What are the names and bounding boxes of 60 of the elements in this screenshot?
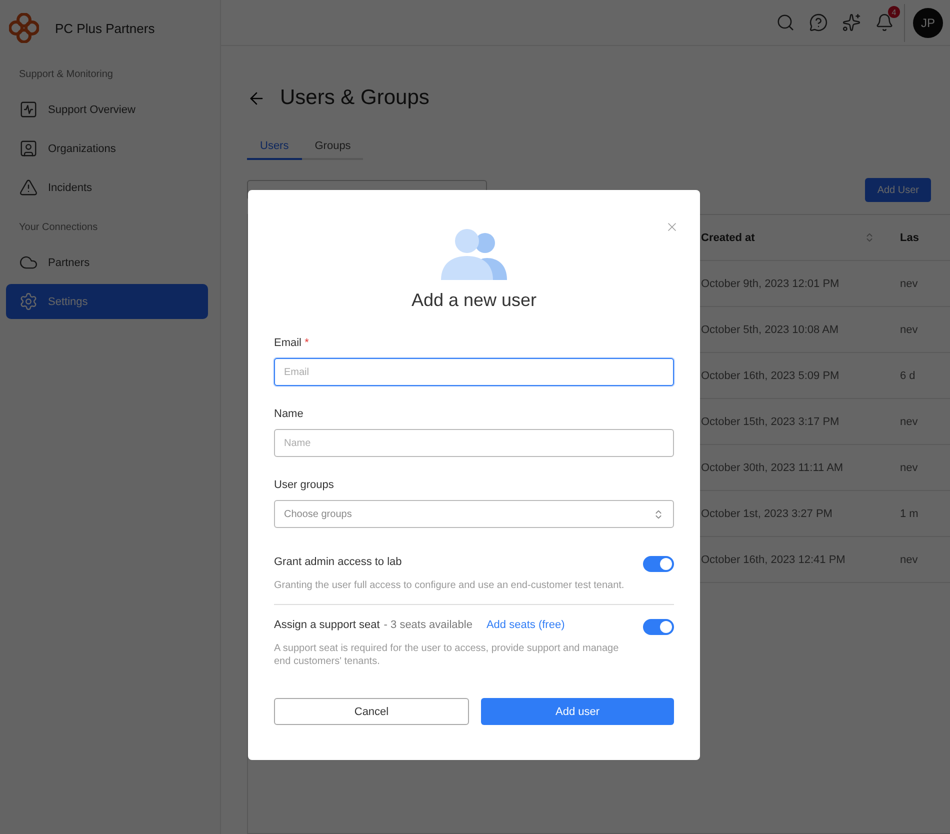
toggle-description: Granting the user full access to configure and use an end-customer test tenant.	[274, 579, 626, 592]
table-cell-text: October 16th, 2023 12:41 PM	[700, 554, 846, 566]
gear-icon	[19, 292, 38, 311]
dialog-title: Add a new user	[411, 290, 537, 311]
field-label: Email *	[274, 337, 310, 349]
field-label: Name	[274, 408, 304, 420]
column-header[interactable]: Las	[890, 232, 950, 244]
table-cell-text: 1 m	[899, 508, 920, 520]
table-cell-text: October 30th, 2023 11:11 AM	[700, 462, 844, 474]
toggle-switch[interactable]	[643, 619, 674, 635]
search-icon[interactable]	[776, 13, 795, 32]
field-label: User groups	[274, 479, 335, 491]
sidebar-item[interactable]: Organizations	[6, 131, 208, 166]
column-header[interactable]: Created at	[691, 232, 890, 244]
input-field[interactable]: Email	[274, 358, 674, 386]
table-cell-text: nev	[899, 278, 919, 290]
add-user-button[interactable]: Add user	[481, 698, 674, 725]
logo-icon	[9, 13, 39, 43]
toggle-description: A support seat is required for the user to access, provide support and manage end customers' tenants.	[274, 642, 620, 668]
groups-select[interactable]: Choose groups	[274, 500, 674, 528]
pulse-icon	[19, 100, 38, 119]
table-cell-text: October 16th, 2023 5:09 PM	[700, 370, 840, 382]
add-seats-link[interactable]: Add seats (free)	[486, 619, 565, 631]
add-user-button[interactable]: Add User	[865, 178, 931, 202]
table-cell-text: October 5th, 2023 10:08 AM	[700, 324, 840, 336]
brand-name: PC Plus Partners	[55, 20, 155, 36]
sidebar-item[interactable]: Partners	[6, 245, 208, 280]
sidebar-item[interactable]: Settings	[6, 284, 208, 319]
table-cell-text: nev	[899, 324, 919, 336]
table-cell-text: 6 d	[899, 370, 916, 382]
close-icon[interactable]	[665, 220, 679, 234]
toggle-switch[interactable]	[643, 556, 674, 572]
seats-available-note: - 3 seats available	[384, 619, 472, 631]
table-cell-text: October 1st, 2023 3:27 PM	[700, 508, 834, 520]
table-cell-text: nev	[899, 462, 919, 474]
person-icon	[19, 139, 38, 158]
table-cell-text: October 9th, 2023 12:01 PM	[700, 278, 840, 290]
table-cell-text: nev	[899, 416, 919, 428]
chevrons-icon	[653, 508, 664, 520]
sidebar-item[interactable]: Incidents	[6, 170, 208, 205]
toggle-label: Grant admin access to lab	[274, 556, 402, 568]
avatar[interactable]: JP	[913, 8, 943, 38]
tab[interactable]: Groups	[302, 140, 364, 160]
input-field[interactable]: Name	[274, 429, 674, 457]
help-icon[interactable]	[809, 13, 828, 32]
cancel-button[interactable]: Cancel	[274, 698, 469, 725]
sort-icon[interactable]	[864, 232, 875, 243]
notification-badge: 4	[888, 6, 900, 18]
table-cell-text: nev	[899, 554, 919, 566]
tab[interactable]: Users	[247, 140, 302, 160]
warning-icon	[19, 178, 38, 197]
section-title: Your Connections	[18, 221, 99, 235]
bell-icon[interactable]	[875, 13, 894, 32]
section-title: Support & Monitoring	[18, 68, 114, 82]
sparkles-icon[interactable]	[842, 13, 861, 32]
sidebar-item[interactable]: Support Overview	[6, 92, 208, 127]
page-title: Users & Groups	[280, 86, 430, 110]
table-cell-text: October 15th, 2023 3:17 PM	[700, 416, 840, 428]
users-icon	[441, 228, 507, 280]
toggle-label: Assign a support seat	[274, 619, 380, 631]
